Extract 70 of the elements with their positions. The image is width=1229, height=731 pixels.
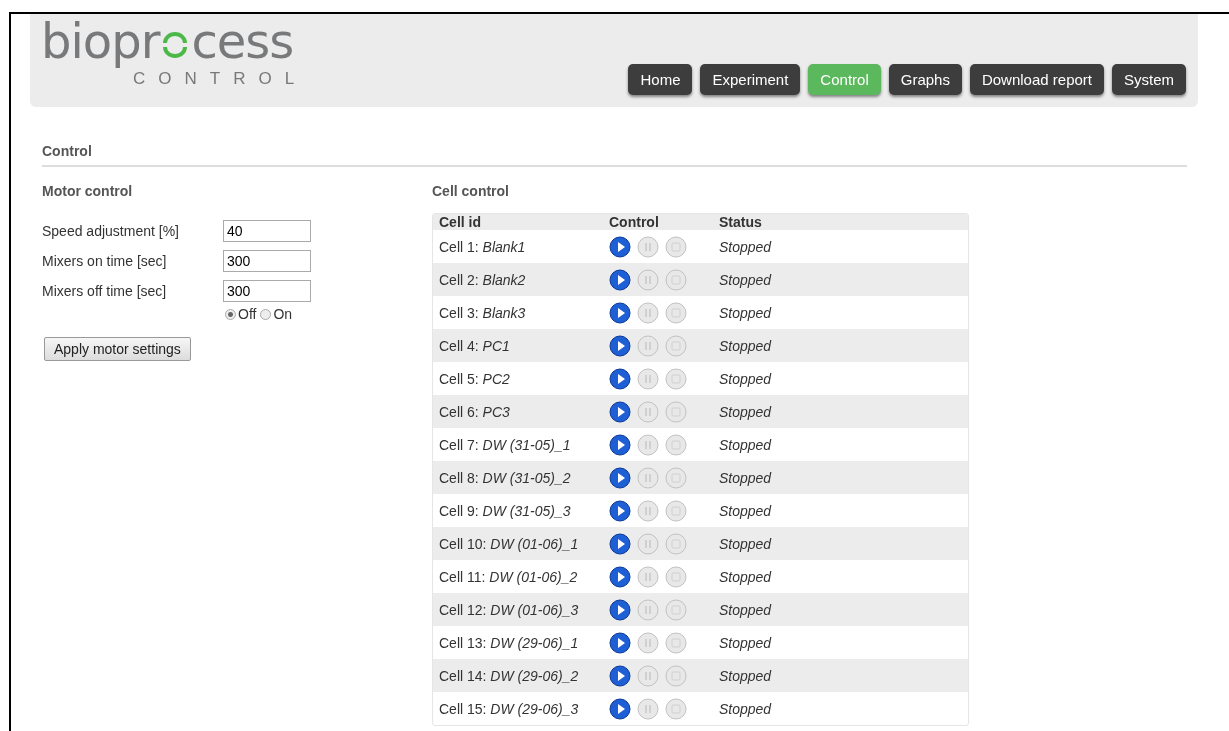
status-text: Stopped bbox=[719, 568, 772, 585]
column-header: Status bbox=[719, 214, 762, 230]
status-text: Stopped bbox=[719, 403, 772, 420]
status-text: Stopped bbox=[719, 667, 772, 684]
status-text: Stopped bbox=[719, 271, 772, 288]
status-text: Stopped bbox=[719, 700, 772, 717]
radio-label: On bbox=[273, 306, 293, 322]
radio-button[interactable] bbox=[260, 308, 272, 320]
status-text: Stopped bbox=[719, 337, 772, 354]
column-header: Cell id bbox=[439, 214, 482, 230]
status-text: Stopped bbox=[719, 238, 772, 255]
radio-button[interactable] bbox=[225, 308, 236, 320]
play-button[interactable] bbox=[609, 466, 631, 489]
input-field[interactable]: 300 bbox=[223, 250, 311, 272]
apply-button[interactable]: Apply motor settings bbox=[44, 337, 191, 361]
field-label: Mixers on time [sec] bbox=[42, 253, 168, 269]
cell-name: Cell 2: Blank2 bbox=[439, 271, 527, 288]
cell-name: Cell 10: DW (01-06)_1 bbox=[439, 535, 580, 552]
logo-text: biopr bbox=[41, 12, 160, 70]
cell-name: Cell 6: PC3 bbox=[439, 403, 511, 420]
nav-button[interactable]: System bbox=[1112, 64, 1186, 95]
input-field[interactable]: 300 bbox=[223, 280, 311, 302]
nav-button[interactable]: Home bbox=[628, 64, 693, 95]
cell-name: Cell 1: Blank1 bbox=[439, 238, 527, 255]
play-button[interactable] bbox=[609, 697, 631, 720]
column-header: Control bbox=[609, 214, 660, 230]
play-button[interactable] bbox=[609, 631, 631, 654]
cell-name: Cell 14: DW (29-06)_2 bbox=[439, 667, 580, 684]
play-button[interactable] bbox=[609, 598, 631, 621]
play-button[interactable] bbox=[609, 532, 631, 555]
status-text: Stopped bbox=[719, 469, 772, 486]
cell-name: Cell 13: DW (29-06)_1 bbox=[439, 634, 580, 651]
play-button[interactable] bbox=[609, 664, 631, 687]
cell-name: Cell 15: DW (29-06)_3 bbox=[439, 700, 580, 717]
status-text: Stopped bbox=[719, 370, 772, 387]
cell-name: Cell 8: DW (31-05)_2 bbox=[439, 469, 572, 486]
cell-name: Cell 4: PC1 bbox=[439, 337, 511, 354]
play-button[interactable] bbox=[609, 268, 631, 291]
cell-name: Cell 9: DW (31-05)_3 bbox=[439, 502, 572, 519]
cell-name: Cell 7: DW (31-05)_1 bbox=[439, 436, 572, 453]
cell-name: Cell 3: Blank3 bbox=[439, 304, 527, 321]
status-text: Stopped bbox=[719, 535, 772, 552]
radio-label: Off bbox=[238, 306, 257, 322]
section-title: Cell control bbox=[432, 183, 510, 199]
play-button[interactable] bbox=[609, 235, 631, 258]
logo-text: cess bbox=[191, 12, 294, 70]
status-text: Stopped bbox=[719, 634, 772, 651]
status-text: Stopped bbox=[719, 601, 772, 618]
nav-button[interactable]: Download report bbox=[969, 64, 1104, 95]
play-button[interactable] bbox=[609, 334, 631, 357]
cell-name: Cell 11: DW (01-06)_2 bbox=[439, 568, 579, 585]
nav-button[interactable]: Graphs bbox=[888, 64, 962, 95]
logo-subtitle: CONTROL bbox=[133, 70, 308, 88]
input-field[interactable]: 40 bbox=[223, 220, 311, 242]
field-label: Mixers off time [sec] bbox=[42, 283, 168, 299]
play-button[interactable] bbox=[609, 499, 631, 522]
status-text: Stopped bbox=[719, 304, 772, 321]
nav-button[interactable]: Experiment bbox=[700, 64, 801, 95]
play-button[interactable] bbox=[609, 400, 631, 423]
cell-name: Cell 5: PC2 bbox=[439, 370, 511, 387]
play-button[interactable] bbox=[609, 433, 631, 456]
field-label: Speed adjustment [%] bbox=[42, 223, 180, 239]
play-button[interactable] bbox=[609, 301, 631, 324]
play-button[interactable] bbox=[609, 565, 631, 588]
cell-name: Cell 12: DW (01-06)_3 bbox=[439, 601, 580, 618]
section-title: Motor control bbox=[42, 183, 134, 199]
play-button[interactable] bbox=[609, 367, 631, 390]
page-title: Control bbox=[42, 143, 1187, 167]
status-text: Stopped bbox=[719, 502, 772, 519]
status-text: Stopped bbox=[719, 436, 772, 453]
